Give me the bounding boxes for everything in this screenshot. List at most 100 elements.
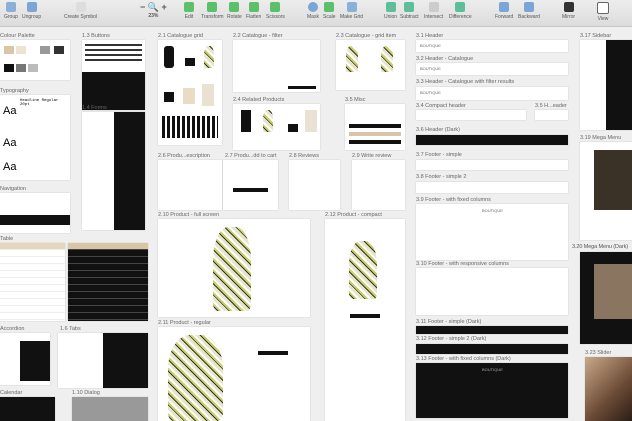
artboard-footer-simple-dark[interactable] xyxy=(416,326,568,334)
artboard-misc[interactable] xyxy=(345,104,405,150)
artboard-catalogue-filter[interactable] xyxy=(233,40,320,92)
artboard-reviews[interactable] xyxy=(289,160,340,210)
mirror-icon xyxy=(563,2,574,12)
scissors-button[interactable]: Scissors xyxy=(266,2,285,20)
mask-button[interactable]: Mask xyxy=(307,2,319,20)
artboard-footer-responsive[interactable] xyxy=(416,268,568,315)
flatten-icon xyxy=(248,2,259,12)
artboard-calendar[interactable] xyxy=(0,397,55,421)
artboard-label: 3.5 H...eader xyxy=(535,103,567,109)
artboard-product-full[interactable] xyxy=(158,219,310,317)
product-image xyxy=(204,46,214,68)
artboard-footer-simple2-dark[interactable] xyxy=(416,344,568,354)
zoom-level: 23% xyxy=(148,13,159,19)
edit-button[interactable]: Edit xyxy=(184,2,194,20)
swatch xyxy=(4,64,14,72)
artboard-label: 2.11 Product - regular xyxy=(158,320,211,326)
artboard-footer-simple2[interactable] xyxy=(416,182,568,193)
view-icon xyxy=(597,2,609,14)
add-to-cart-button xyxy=(258,351,288,355)
artboard-label: 1.6 Tabs xyxy=(60,326,81,332)
scale-button[interactable]: Scale xyxy=(323,2,336,20)
product-image xyxy=(349,241,377,299)
artboard-footer-fixed-dark[interactable]: BOUTIQUE xyxy=(416,363,568,418)
rotate-label: Rotate xyxy=(227,14,242,20)
artboard-write-review[interactable] xyxy=(352,160,405,210)
zoom-control[interactable]: − 🔍 +23% xyxy=(140,2,167,19)
artboard-catalogue-grid-item[interactable] xyxy=(336,40,405,90)
artboard-label: 3.7 Footer - simple xyxy=(416,152,462,158)
artboard-label: 1.4 Forms xyxy=(82,105,107,111)
artboard-header-catalogue[interactable]: BOUTIQUE xyxy=(416,63,568,75)
type-sample: Aa xyxy=(3,105,17,117)
group-button[interactable]: Group xyxy=(4,2,18,20)
artboard-header-dark[interactable] xyxy=(416,135,568,145)
mirror-button[interactable]: Mirror xyxy=(562,2,575,20)
artboard-label: 3.23 Slider xyxy=(585,350,612,356)
rotate-button[interactable]: Rotate xyxy=(227,2,242,20)
view-button[interactable]: View xyxy=(597,2,609,22)
artboard-label: 3.3 Header - Catalogue with filter resul… xyxy=(416,79,515,85)
swatch xyxy=(4,46,14,54)
artboard-product-regular[interactable] xyxy=(158,327,310,421)
artboard-typography[interactable]: Aa Aa Aa Headline Regular 20pt xyxy=(0,95,70,180)
artboard-product-compact[interactable] xyxy=(325,219,405,421)
artboard-product-description[interactable] xyxy=(158,160,222,210)
product-image xyxy=(241,110,251,132)
artboard-table-dark[interactable] xyxy=(68,243,148,321)
product-image xyxy=(185,58,195,66)
artboard-table[interactable] xyxy=(0,243,65,321)
subtract-button[interactable]: Subtract xyxy=(400,2,419,20)
difference-button[interactable]: Difference xyxy=(449,2,472,20)
product-image xyxy=(202,84,214,106)
difference-label: Difference xyxy=(449,14,472,20)
scissors-label: Scissors xyxy=(266,14,285,20)
artboard-accordion[interactable] xyxy=(0,333,50,385)
artboard-footer-fixed[interactable]: BOUTIQUE xyxy=(416,204,568,260)
backward-icon xyxy=(523,2,534,12)
artboard-mega-menu[interactable] xyxy=(580,142,632,240)
artboard-label: 2.12 Product - compact xyxy=(325,212,382,218)
scale-icon xyxy=(324,2,335,12)
ungroup-button[interactable]: Ungroup xyxy=(22,2,41,20)
artboard-navigation[interactable] xyxy=(0,193,70,233)
artboard-label: 3.19 Mega Menu xyxy=(580,135,622,141)
group-icon xyxy=(5,2,16,12)
artboard-label: 3.12 Footer - simple 2 (Dark) xyxy=(416,336,487,342)
artboard-product-add-to-cart[interactable] xyxy=(223,160,278,210)
flatten-label: Flatten xyxy=(246,14,262,20)
forward-button[interactable]: Forward xyxy=(495,2,513,20)
artboard-compact-header[interactable] xyxy=(416,110,526,120)
artboard-sidebar[interactable] xyxy=(580,40,632,130)
artboard-header[interactable]: BOUTIQUE xyxy=(416,40,568,52)
union-label: Union xyxy=(384,14,398,20)
zoom-icon: − 🔍 + xyxy=(140,2,167,12)
transform-button[interactable]: Transform xyxy=(201,2,224,20)
artboard-footer-simple[interactable] xyxy=(416,160,568,170)
artboard-mega-menu-dark[interactable] xyxy=(580,252,632,344)
artboard-related-products[interactable] xyxy=(233,104,320,150)
artboard-label: 3.6 Header (Dark) xyxy=(416,127,461,133)
artboard-dialog[interactable] xyxy=(72,397,148,421)
artboard-slider[interactable] xyxy=(585,357,632,421)
artboard-catalogue-grid[interactable] xyxy=(158,40,222,145)
edit-icon xyxy=(184,2,194,12)
artboard-forms[interactable] xyxy=(82,112,145,230)
backward-button[interactable]: Backward xyxy=(518,2,540,20)
union-button[interactable]: Union xyxy=(384,2,397,20)
artboard-header-catalogue-filter[interactable]: BOUTIQUE xyxy=(416,87,568,100)
flatten-button[interactable]: Flatten xyxy=(246,2,261,20)
create-symbol-button[interactable]: Create Symbol xyxy=(64,2,97,20)
artboard-buttons[interactable] xyxy=(82,40,145,110)
product-image xyxy=(288,124,298,132)
brand-logo: BOUTIQUE xyxy=(482,367,503,372)
make-grid-button[interactable]: Make Grid xyxy=(340,2,363,20)
intersect-button[interactable]: Intersect xyxy=(424,2,443,20)
product-image xyxy=(168,335,223,421)
artboard-colour-palette[interactable] xyxy=(0,40,70,80)
edit-label: Edit xyxy=(184,14,194,20)
artboard-tabs[interactable] xyxy=(58,333,148,388)
product-image xyxy=(183,88,195,104)
artboard-header-35[interactable] xyxy=(535,110,568,120)
artboard-label: 3.17 Sidebar xyxy=(580,33,612,39)
